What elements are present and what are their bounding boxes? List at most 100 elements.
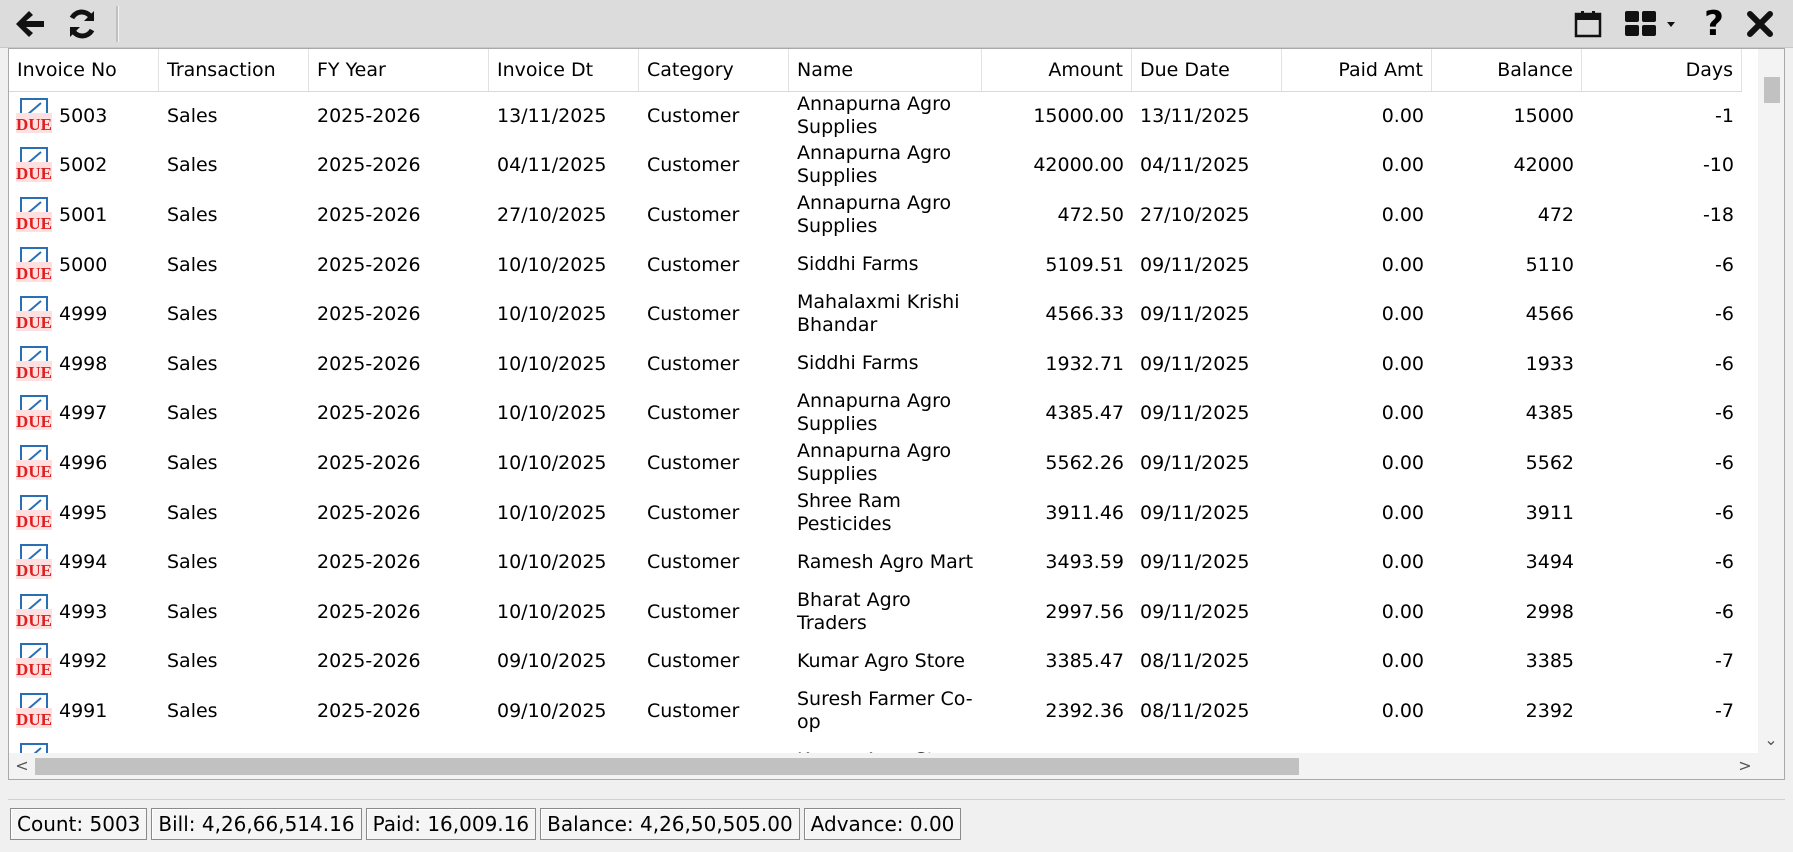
cell-paid-amt: 0.00 — [1381, 402, 1424, 425]
cell-paid-amt: 0.00 — [1381, 303, 1424, 326]
cell-due-date: 08/11/2025 — [1140, 699, 1250, 722]
cell-transaction: Sales — [167, 303, 218, 326]
svg-text:DUE: DUE — [16, 412, 52, 431]
cell-invoice-no: DUE 4997 — [9, 389, 159, 439]
refresh-icon[interactable] — [62, 4, 102, 44]
cell-invoice-no: DUE 4999 — [9, 289, 159, 339]
due-status-icon[interactable]: DUE — [15, 345, 53, 383]
due-status-icon[interactable]: DUE — [15, 642, 53, 680]
back-arrow-icon[interactable] — [10, 4, 50, 44]
column-header-invoice-dt[interactable]: Invoice Dt — [489, 49, 639, 91]
grid-header: Invoice No Transaction FY Year Invoice Dt Ca… — [9, 49, 1742, 92]
invoice-number: 4993 — [59, 600, 108, 623]
due-status-icon[interactable]: DUE — [15, 295, 53, 333]
scroll-down-arrow[interactable]: ⌄ — [1758, 727, 1784, 753]
table-row[interactable]: DUE 4999 Sales 2025-2026 10/10/2025 Customer M… — [9, 289, 1742, 339]
cell-days: -6 — [1715, 402, 1734, 425]
svg-text:DUE: DUE — [16, 462, 52, 481]
invoice-grid[interactable]: Invoice No Transaction FY Year Invoice Dt Ca… — [8, 48, 1785, 780]
cell-transaction: Sales — [167, 154, 218, 177]
cell-fy-year: 2025-2026 — [317, 253, 421, 276]
cell-days: -6 — [1715, 352, 1734, 375]
calendar-icon[interactable] — [1568, 4, 1608, 44]
invoice-number: 5000 — [59, 253, 108, 276]
status-bar: Count: 5003 Bill: 4,26,66,514.16 Paid: 1… — [10, 808, 962, 842]
cell-balance: 42000 — [1513, 154, 1574, 177]
cell-days: -1 — [1715, 104, 1734, 127]
cell-paid-amt: 0.00 — [1381, 352, 1424, 375]
vertical-scrollbar[interactable]: ⌄ — [1758, 49, 1784, 779]
cell-name: Suresh Farmer Co-op — [797, 687, 973, 733]
cell-category: Customer — [647, 451, 740, 474]
cell-paid-amt: 0.00 — [1381, 699, 1424, 722]
column-header-days[interactable]: Days — [1582, 49, 1742, 91]
invoice-number: 4992 — [59, 650, 108, 673]
horizontal-scrollbar[interactable]: < > — [9, 753, 1758, 779]
svg-text:DUE: DUE — [16, 214, 52, 233]
cell-fy-year: 2025-2026 — [317, 154, 421, 177]
cell-days: -6 — [1715, 253, 1734, 276]
cell-invoice-no: DUE 4993 — [9, 587, 159, 637]
cell-invoice-no: DUE 4995 — [9, 488, 159, 538]
svg-text:DUE: DUE — [16, 561, 52, 580]
grid-layout-icon[interactable] — [1621, 4, 1661, 44]
toolbar: ? — [0, 0, 1793, 48]
cell-invoice-dt: 27/10/2025 — [497, 203, 607, 226]
cell-due-date: 09/11/2025 — [1140, 352, 1250, 375]
column-header-due-date[interactable]: Due Date — [1132, 49, 1282, 91]
due-status-icon[interactable]: DUE — [15, 543, 53, 581]
cell-due-date: 27/10/2025 — [1140, 203, 1250, 226]
table-row[interactable]: DUE 4997 Sales 2025-2026 10/10/2025 Customer A… — [9, 389, 1742, 439]
vertical-scroll-thumb[interactable] — [1764, 77, 1780, 103]
horizontal-scroll-thumb[interactable] — [35, 758, 1299, 775]
table-row[interactable]: DUE 4991 Sales 2025-2026 09/10/2025 Customer S… — [9, 686, 1742, 736]
table-row[interactable]: DUE 4998 Sales 2025-2026 10/10/2025 Customer S… — [9, 339, 1742, 389]
scroll-right-arrow[interactable]: > — [1732, 753, 1758, 779]
due-status-icon[interactable]: DUE — [15, 394, 53, 432]
cell-balance: 3494 — [1525, 551, 1574, 574]
cell-category: Customer — [647, 154, 740, 177]
due-status-icon[interactable]: DUE — [15, 444, 53, 482]
cell-category: Customer — [647, 352, 740, 375]
column-header-fy-year[interactable]: FY Year — [309, 49, 489, 91]
column-header-category[interactable]: Category — [639, 49, 789, 91]
close-icon[interactable] — [1740, 4, 1780, 44]
table-row[interactable]: DUE 5002 Sales 2025-2026 04/11/2025 Customer A… — [9, 141, 1742, 191]
scroll-left-arrow[interactable]: < — [9, 753, 35, 779]
column-header-transaction[interactable]: Transaction — [159, 49, 309, 91]
column-header-amount[interactable]: Amount — [982, 49, 1132, 91]
table-row[interactable]: DUE 5003 Sales 2025-2026 13/11/2025 Customer A… — [9, 91, 1742, 141]
column-header-balance[interactable]: Balance — [1432, 49, 1582, 91]
cell-days: -6 — [1715, 501, 1734, 524]
column-header-name[interactable]: Name — [789, 49, 982, 91]
invoice-number: 5001 — [59, 203, 108, 226]
column-header-paid-amt[interactable]: Paid Amt — [1282, 49, 1432, 91]
cell-due-date: 13/11/2025 — [1140, 104, 1250, 127]
due-status-icon[interactable]: DUE — [15, 692, 53, 730]
due-status-icon[interactable]: DUE — [15, 593, 53, 631]
cell-category: Customer — [647, 402, 740, 425]
cell-paid-amt: 0.00 — [1381, 551, 1424, 574]
due-status-icon[interactable]: DUE — [15, 97, 53, 135]
column-header-invoice-no[interactable]: Invoice No — [9, 49, 159, 91]
table-row[interactable]: DUE 4993 Sales 2025-2026 10/10/2025 Customer B… — [9, 587, 1742, 637]
help-icon[interactable]: ? — [1694, 4, 1734, 44]
due-status-icon[interactable]: DUE — [15, 494, 53, 532]
cell-name: Bharat Agro Traders — [797, 588, 911, 634]
due-status-icon[interactable]: DUE — [15, 146, 53, 184]
table-row[interactable]: DUE 5000 Sales 2025-2026 10/10/2025 Customer S… — [9, 240, 1742, 290]
cell-fy-year: 2025-2026 — [317, 699, 421, 722]
status-bill: Bill: 4,26,66,514.16 — [151, 808, 362, 840]
table-row[interactable]: DUE 5001 Sales 2025-2026 27/10/2025 Customer A… — [9, 190, 1742, 240]
dropdown-caret-icon[interactable] — [1664, 4, 1678, 44]
due-status-icon[interactable]: DUE — [15, 196, 53, 234]
table-row[interactable]: DUE 4996 Sales 2025-2026 10/10/2025 Customer A… — [9, 438, 1742, 488]
table-row[interactable]: DUE 4995 Sales 2025-2026 10/10/2025 Customer S… — [9, 488, 1742, 538]
table-row[interactable]: DUE 4994 Sales 2025-2026 10/10/2025 Customer R… — [9, 537, 1742, 587]
due-status-icon[interactable]: DUE — [15, 246, 53, 284]
cell-days: -6 — [1715, 451, 1734, 474]
cell-fy-year: 2025-2026 — [317, 650, 421, 673]
status-divider — [8, 799, 1785, 800]
table-row[interactable]: DUE 4992 Sales 2025-2026 09/10/2025 Customer K… — [9, 637, 1742, 687]
cell-paid-amt: 0.00 — [1381, 501, 1424, 524]
